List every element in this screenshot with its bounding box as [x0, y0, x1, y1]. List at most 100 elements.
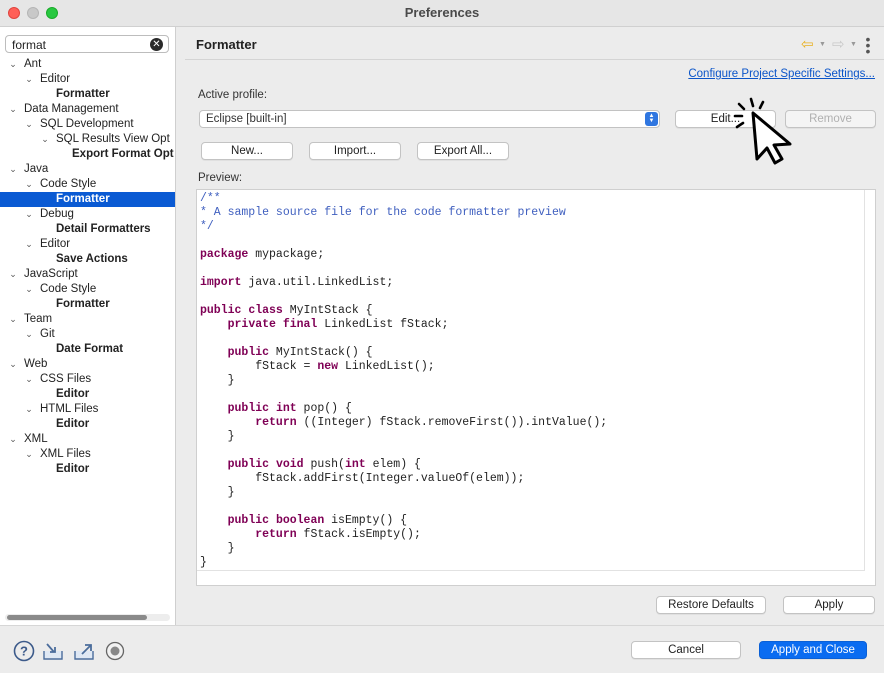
- chevron-down-icon[interactable]: ⌄: [8, 102, 18, 117]
- tree-item[interactable]: ⌄ Code Style: [0, 282, 175, 297]
- horizontal-scrollbar[interactable]: [5, 614, 170, 621]
- tree-item[interactable]: Editor: [0, 387, 175, 402]
- chevron-down-icon[interactable]: ⌄: [24, 447, 34, 462]
- preview-label: Preview:: [198, 172, 243, 184]
- restore-defaults-button[interactable]: Restore Defaults: [656, 596, 766, 614]
- help-icon[interactable]: ?: [13, 640, 35, 662]
- tree-item-label: Data Management: [24, 103, 119, 115]
- tree-item[interactable]: ⌄ SQL Results View Opt: [0, 132, 175, 147]
- code-token: MyIntStack() {: [269, 346, 373, 359]
- code-line: }: [200, 486, 607, 500]
- chevron-down-icon[interactable]: ⌄: [24, 72, 34, 87]
- code-preview[interactable]: /** * A sample source file for the code f…: [196, 189, 876, 586]
- code-token: fStack.isEmpty();: [296, 528, 421, 541]
- code-line: return fStack.isEmpty();: [200, 528, 607, 542]
- back-arrow-icon[interactable]: ⇦: [801, 37, 814, 52]
- tree-item[interactable]: ⌄ Code Style: [0, 177, 175, 192]
- tree-item[interactable]: ⌄ Web: [0, 357, 175, 372]
- chevron-down-icon[interactable]: ⌄: [8, 267, 18, 282]
- cancel-button[interactable]: Cancel: [631, 641, 741, 659]
- chevron-down-icon[interactable]: ⌄: [40, 132, 50, 147]
- clear-filter-icon[interactable]: ✕: [150, 38, 163, 51]
- tree-item[interactable]: ⌄ Java: [0, 162, 175, 177]
- chevron-down-icon[interactable]: ⌄: [24, 207, 34, 222]
- code-keyword: import: [200, 276, 242, 289]
- code-token: push(: [303, 458, 345, 471]
- chevron-down-icon[interactable]: ⌄: [8, 357, 18, 372]
- tree-item-label: Save Actions: [56, 253, 128, 265]
- tree-item[interactable]: Formatter: [0, 87, 175, 102]
- code-token: pop() {: [296, 402, 352, 415]
- tree-item[interactable]: ⌄ Git: [0, 327, 175, 342]
- chevron-down-icon[interactable]: ⌄: [8, 312, 18, 327]
- view-menu-icon[interactable]: • • •: [864, 32, 872, 58]
- tree-item[interactable]: Date Format: [0, 342, 175, 357]
- chevron-down-icon[interactable]: ⌄: [8, 432, 18, 447]
- tree-item[interactable]: ⌄ XML Files: [0, 447, 175, 462]
- tree-item-label: Detail Formatters: [56, 223, 151, 235]
- chevron-down-icon[interactable]: ⌄: [24, 117, 34, 132]
- filter-input[interactable]: [12, 37, 142, 52]
- chevron-down-icon[interactable]: ⌄: [24, 177, 34, 192]
- tree-item-label: Code Style: [40, 178, 97, 190]
- import-button[interactable]: Import...: [309, 142, 401, 160]
- tree-item[interactable]: ⌄ SQL Development: [0, 117, 175, 132]
- tree-item[interactable]: Save Actions: [0, 252, 175, 267]
- tree-item[interactable]: Formatter: [0, 192, 175, 207]
- tree-item-label: Formatter: [56, 88, 110, 100]
- tree-item-label: Code Style: [40, 283, 97, 295]
- chevron-down-icon[interactable]: ⌄: [24, 402, 34, 417]
- tree-item[interactable]: Editor: [0, 462, 175, 477]
- code-line: }: [200, 556, 607, 570]
- chevron-down-icon[interactable]: ⌄: [24, 282, 34, 297]
- export-prefs-icon[interactable]: [73, 641, 95, 661]
- code-line: }: [200, 542, 607, 556]
- tree-item[interactable]: ⌄ Editor: [0, 72, 175, 87]
- code-keyword: return: [255, 528, 297, 541]
- code-token: elem) {: [365, 458, 421, 471]
- tree-item[interactable]: ⌄ Editor: [0, 237, 175, 252]
- forward-dropdown-icon[interactable]: ▼: [850, 41, 857, 48]
- tree-item[interactable]: Formatter: [0, 297, 175, 312]
- code-keyword: return: [255, 416, 297, 429]
- svg-text:?: ?: [20, 644, 28, 659]
- chevron-down-icon[interactable]: ⌄: [8, 162, 18, 177]
- scrollbar-thumb[interactable]: [7, 615, 147, 620]
- code-line: public MyIntStack() {: [200, 346, 607, 360]
- back-dropdown-icon[interactable]: ▼: [819, 41, 826, 48]
- apply-and-close-button[interactable]: Apply and Close: [759, 641, 867, 659]
- chevron-down-icon[interactable]: ⌄: [24, 372, 34, 387]
- tree-item[interactable]: Editor: [0, 417, 175, 432]
- header-divider: [185, 59, 884, 60]
- chevron-down-icon[interactable]: ⌄: [24, 237, 34, 252]
- import-prefs-icon[interactable]: [42, 641, 64, 661]
- configure-project-settings-link[interactable]: Configure Project Specific Settings...: [688, 68, 875, 80]
- tree-item-label: Editor: [56, 463, 90, 475]
- tree-item[interactable]: Detail Formatters: [0, 222, 175, 237]
- chevron-down-icon[interactable]: ⌄: [8, 57, 18, 72]
- tree-item[interactable]: ⌄ HTML Files: [0, 402, 175, 417]
- export-all-button[interactable]: Export All...: [417, 142, 509, 160]
- tree-item-label: Editor: [40, 238, 71, 250]
- tree-item[interactable]: ⌄ Debug: [0, 207, 175, 222]
- code-keyword: private: [227, 318, 276, 331]
- preferences-tree: ⌄ Ant ⌄ Editor Formatter ⌄ Data Management ⌄ SQL…: [0, 57, 175, 477]
- forward-arrow-icon[interactable]: ⇨: [832, 37, 845, 52]
- chevron-down-icon[interactable]: ⌄: [24, 327, 34, 342]
- tree-item[interactable]: ⌄ JavaScript: [0, 267, 175, 282]
- active-profile-select[interactable]: Eclipse [built-in] ▲ ▼: [199, 110, 660, 128]
- tree-item-label: Java: [24, 163, 49, 175]
- record-icon[interactable]: [104, 641, 126, 661]
- tree-item[interactable]: Export Format Opt: [0, 147, 175, 162]
- tree-item[interactable]: ⌄ CSS Files: [0, 372, 175, 387]
- code-comment: /**: [200, 192, 221, 205]
- tree-item[interactable]: ⌄ XML: [0, 432, 175, 447]
- tree-item[interactable]: ⌄ Data Management: [0, 102, 175, 117]
- tree-item[interactable]: ⌄ Team: [0, 312, 175, 327]
- apply-button[interactable]: Apply: [783, 596, 875, 614]
- tree-item[interactable]: ⌄ Ant: [0, 57, 175, 72]
- new-button[interactable]: New...: [201, 142, 293, 160]
